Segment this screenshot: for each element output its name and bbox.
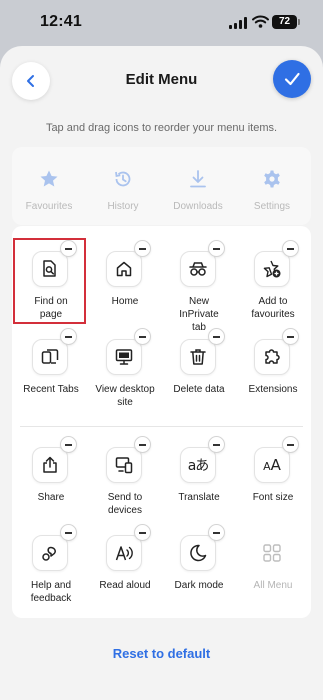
remove-item-button[interactable] [282, 328, 299, 345]
menu-item-new-inprivate-tab[interactable]: New InPrivate tab [162, 235, 236, 333]
remove-item-button[interactable] [134, 436, 151, 453]
all-menu-icon [262, 543, 282, 563]
remove-item-button[interactable] [134, 240, 151, 257]
inprivate-icon [180, 251, 216, 287]
font-size-icon: AA [254, 447, 290, 483]
desktop-icon [106, 339, 142, 375]
menu-item-label: Send to devices [107, 492, 143, 516]
remove-item-button[interactable] [208, 328, 225, 345]
fixed-item-settings: Settings [237, 147, 307, 225]
selection-highlight [13, 238, 86, 324]
menu-item-read-aloud[interactable]: Read aloud [88, 519, 162, 607]
menu-item-label: Translate [178, 492, 220, 503]
fixed-item-downloads: Downloads [163, 147, 233, 225]
status-time: 12:41 [40, 13, 82, 30]
home-icon [106, 251, 142, 287]
read-aloud-icon [106, 535, 142, 571]
menu-item-extensions[interactable]: Extensions [236, 323, 310, 411]
fixed-item-label: History [107, 201, 139, 212]
remove-item-button[interactable] [282, 436, 299, 453]
wifi-icon [252, 15, 269, 28]
fixed-item-history: History [88, 147, 158, 225]
menu-item-label: All Menu [253, 580, 293, 591]
add-favourite-icon [254, 251, 290, 287]
menu-item-help-and-feedback[interactable]: Help and feedback [14, 519, 88, 607]
menu-item-label: Recent Tabs [23, 384, 79, 395]
remove-item-button[interactable] [134, 328, 151, 345]
fixed-menu-row: Favourites History Downloads Settings [12, 147, 311, 225]
battery-indicator: 72 [272, 15, 300, 29]
menu-item-send-to-devices[interactable]: Send to devices [88, 431, 162, 519]
menu-item-label: Read aloud [99, 580, 151, 591]
menu-item-label: Dark mode [174, 580, 224, 591]
fixed-item-label: Downloads [173, 201, 223, 212]
menu-item-delete-data[interactable]: Delete data [162, 323, 236, 411]
fixed-item-label: Favourites [25, 201, 73, 212]
fixed-item-label: Settings [253, 201, 291, 212]
menu-item-label: Add to favourites [251, 296, 295, 320]
help-feedback-icon [32, 535, 68, 571]
done-button[interactable] [273, 60, 311, 98]
puzzle-icon [254, 339, 290, 375]
history-icon [115, 171, 131, 187]
menu-item-label: Help and feedback [30, 580, 72, 604]
trash-icon [180, 339, 216, 375]
menu-item-home[interactable]: Home [88, 235, 162, 323]
share-icon [32, 447, 68, 483]
reset-to-default-button[interactable]: Reset to default [0, 646, 323, 661]
edit-menu-sheet: Edit Menu Tap and drag icons to reorder … [0, 46, 323, 700]
instructions-text: Tap and drag icons to reorder your menu … [45, 122, 278, 134]
remove-item-button[interactable] [208, 240, 225, 257]
remove-item-button[interactable] [282, 240, 299, 257]
menu-item-share[interactable]: Share [14, 431, 88, 519]
remove-item-button[interactable] [60, 524, 77, 541]
remove-item-button[interactable] [60, 328, 77, 345]
menu-item-translate[interactable]: aあ Translate [162, 431, 236, 519]
menu-item-label: Delete data [173, 384, 225, 395]
menu-item-recent-tabs[interactable]: Recent Tabs [14, 323, 88, 411]
recent-tabs-icon [32, 339, 68, 375]
send-to-devices-icon [106, 447, 142, 483]
fixed-item-favourites: Favourites [14, 147, 84, 225]
remove-item-button[interactable] [208, 524, 225, 541]
menu-item-label: Home [111, 296, 139, 307]
status-bar: 12:41 72 [0, 0, 323, 46]
menu-item-add-to-favourites[interactable]: Add to favourites [236, 235, 310, 323]
menu-item-label: View desktop site [95, 384, 155, 408]
star-icon [40, 170, 58, 187]
menu-item-all-menu: All Menu [236, 519, 310, 607]
menu-item-view-desktop-site[interactable]: View desktop site [88, 323, 162, 411]
checkmark-icon [284, 72, 300, 86]
remove-item-button[interactable] [134, 524, 151, 541]
download-icon [190, 170, 206, 188]
section-divider [20, 426, 303, 427]
remove-item-button[interactable] [208, 436, 225, 453]
dark-mode-icon [180, 535, 216, 571]
menu-item-label: Share [37, 492, 65, 503]
translate-icon: aあ [180, 447, 216, 483]
gear-icon [264, 170, 280, 188]
menu-item-font-size[interactable]: AA Font size [236, 431, 310, 519]
menu-item-label: Font size [252, 492, 294, 503]
remove-item-button[interactable] [60, 436, 77, 453]
menu-item-label: Extensions [248, 384, 298, 395]
menu-item-dark-mode[interactable]: Dark mode [162, 519, 236, 607]
signal-icon [229, 17, 247, 29]
